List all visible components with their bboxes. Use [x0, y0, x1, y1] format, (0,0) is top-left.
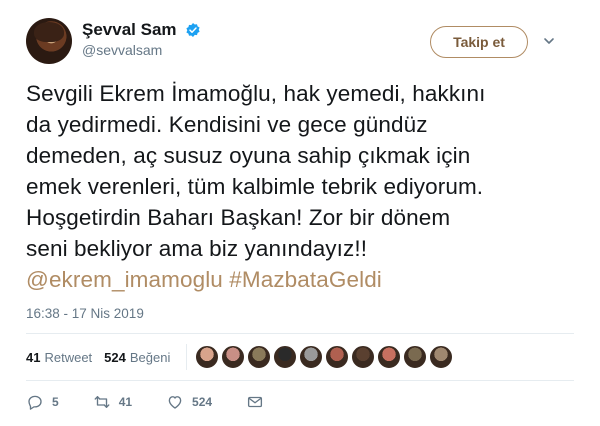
- liker-avatar[interactable]: [195, 345, 220, 369]
- retweet-count: 41: [118, 395, 133, 409]
- liker-avatar[interactable]: [325, 345, 350, 369]
- divider: [26, 333, 574, 334]
- like-button[interactable]: 524: [166, 393, 212, 411]
- reply-button[interactable]: 5: [26, 393, 59, 411]
- tweet-header: Şevval Sam @sevvalsam Takip et: [26, 18, 574, 70]
- display-name[interactable]: Şevval Sam: [82, 20, 177, 40]
- retweet-button[interactable]: 41: [93, 393, 132, 411]
- tweet-line: Sevgili Ekrem İmamoğlu, hak yemedi, hakk…: [26, 81, 486, 106]
- user-info[interactable]: Şevval Sam @sevvalsam: [82, 20, 201, 58]
- liker-avatar[interactable]: [247, 345, 272, 369]
- liker-avatar[interactable]: [429, 345, 454, 369]
- like-stat-label: Beğeni: [129, 349, 171, 365]
- user-handle[interactable]: @sevvalsam: [82, 42, 201, 58]
- retweet-stat[interactable]: 41 Retweet: [26, 350, 92, 365]
- follow-button[interactable]: Takip et: [430, 26, 528, 58]
- like-stat[interactable]: 524 Beğeni: [104, 350, 170, 365]
- retweet-stat-count: 41: [26, 349, 41, 365]
- tweet-line: seni bekliyor ama biz yanındayız!!: [26, 236, 368, 261]
- liker-avatar[interactable]: [273, 345, 298, 369]
- liker-avatar[interactable]: [351, 345, 376, 369]
- liker-avatar[interactable]: [403, 345, 428, 369]
- avatar[interactable]: [26, 18, 72, 64]
- chevron-down-icon[interactable]: [542, 34, 556, 48]
- liker-avatar[interactable]: [377, 345, 402, 369]
- tweet-stats: 41 Retweet 524 Beğeni: [26, 344, 455, 370]
- liker-avatars: [195, 345, 455, 369]
- stats-separator: [186, 344, 188, 370]
- tweet-line: emek verenleri, tüm kalbimle tebrik ediy…: [26, 174, 484, 199]
- direct-message-button[interactable]: [246, 393, 272, 411]
- mention-link[interactable]: @ekrem_imamoglu: [26, 267, 223, 292]
- tweet-timestamp[interactable]: 16:38 - 17 Nis 2019: [26, 306, 144, 321]
- verified-badge-icon: [186, 23, 200, 37]
- retweet-stat-label: Retweet: [44, 349, 93, 365]
- divider: [26, 380, 574, 381]
- tweet-line: demeden, aç susuz oyuna sahip çıkmak içi…: [26, 143, 471, 168]
- reply-count: 5: [52, 395, 59, 409]
- tweet-text: Sevgili Ekrem İmamoğlu, hak yemedi, hakk…: [26, 78, 586, 295]
- liker-avatar[interactable]: [221, 345, 246, 369]
- reply-icon: [28, 395, 42, 410]
- tweet-tags-line: @ekrem_imamoglu #MazbataGeldi: [26, 264, 586, 295]
- envelope-icon: [248, 396, 263, 408]
- hashtag-link[interactable]: #MazbataGeldi: [229, 267, 382, 292]
- tweet-line: da yedirmedi. Kendisini ve gece gündüz: [26, 112, 428, 137]
- like-count: 524: [192, 395, 213, 409]
- heart-icon: [168, 396, 182, 409]
- avatar-hair: [34, 22, 64, 42]
- retweet-icon: [94, 396, 110, 408]
- tweet-actions: 5 41 524: [26, 390, 306, 414]
- tweet-line: Hoşgetirdin Baharı Başkan! Zor bir dönem: [26, 205, 451, 230]
- like-stat-count: 524: [104, 349, 126, 365]
- liker-avatar[interactable]: [299, 345, 324, 369]
